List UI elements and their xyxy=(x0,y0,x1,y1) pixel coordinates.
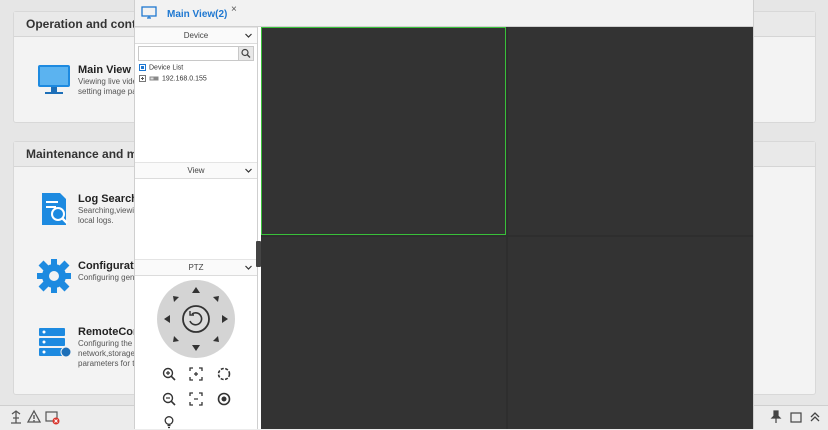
video-window-1[interactable] xyxy=(261,27,506,235)
ptz-up-button xyxy=(192,287,200,293)
gear-icon xyxy=(37,259,71,293)
tab-main-view[interactable]: Main View(2) xyxy=(167,9,227,20)
alarm-icon[interactable] xyxy=(26,409,42,425)
ptz-direction-wheel xyxy=(157,280,235,358)
ptz-auto-button xyxy=(182,305,210,333)
ptz-up-right-button xyxy=(213,296,219,302)
chevron-down-icon xyxy=(245,33,252,38)
main-view-icon xyxy=(38,65,70,94)
remote-config-item[interactable]: RemoteConfig Configuring the network,sto… xyxy=(14,324,153,374)
log-search-title: Log Search xyxy=(78,193,138,205)
search-button[interactable] xyxy=(238,47,253,60)
video-window-3[interactable] xyxy=(261,237,506,429)
device-search xyxy=(138,46,254,61)
ptz-dropdown[interactable]: PTZ xyxy=(135,259,257,276)
light-icon[interactable] xyxy=(162,415,176,429)
main-view-desc: Viewing live vide setting image par xyxy=(78,77,138,96)
remote-config-desc: Configuring the network,storage, paramet… xyxy=(78,339,138,368)
ptz-down-button xyxy=(192,345,200,351)
window-icon[interactable] xyxy=(788,409,804,425)
iris-close-icon[interactable] xyxy=(217,392,231,406)
log-search-icon xyxy=(42,193,68,225)
remote-config-icon xyxy=(39,328,72,358)
main-view-title: Main View xyxy=(78,64,131,76)
configuration-item[interactable]: Configuration Configuring gene xyxy=(14,258,150,308)
ptz-arrows xyxy=(164,287,228,351)
video-window-4[interactable] xyxy=(508,237,753,429)
main-view-item[interactable]: Main View Viewing live vide setting imag… xyxy=(14,62,144,112)
video-window-2[interactable] xyxy=(508,27,753,235)
search-input[interactable] xyxy=(139,48,239,59)
video-grid xyxy=(261,27,753,429)
main-view-window: Main View(2) × Device Device List 192.16… xyxy=(134,0,754,429)
record-error-icon[interactable] xyxy=(44,409,60,425)
search-icon xyxy=(241,48,251,58)
pin-icon[interactable] xyxy=(768,409,784,425)
collapse-up-icon[interactable] xyxy=(807,409,823,425)
log-search-desc: Searching,viewin local logs. xyxy=(78,206,138,225)
ptz-down-left-button xyxy=(173,336,179,342)
ptz-left-button xyxy=(164,315,170,323)
expand-plus-icon[interactable] xyxy=(139,75,146,82)
tab-bar: Main View(2) × xyxy=(135,0,753,27)
monitor-icon xyxy=(141,6,157,19)
network-icon[interactable] xyxy=(8,409,24,425)
view-dropdown[interactable]: View xyxy=(135,162,257,179)
log-search-item[interactable]: Log Search Searching,viewin local logs. xyxy=(14,191,144,241)
ptz-down-right-button xyxy=(213,336,219,342)
focus-near-icon[interactable] xyxy=(189,367,203,381)
zoom-out-icon[interactable] xyxy=(162,392,176,406)
tab-close-button[interactable]: × xyxy=(231,4,237,15)
ptz-up-left-button xyxy=(173,296,179,302)
ptz-right-button xyxy=(222,315,228,323)
tree-device-list[interactable]: Device List xyxy=(139,64,183,74)
device-dropdown[interactable]: Device xyxy=(135,27,257,44)
zoom-in-icon[interactable] xyxy=(162,367,176,381)
tree-device-item[interactable]: 192.168.0.155 xyxy=(139,75,207,85)
chevron-down-icon xyxy=(245,265,252,270)
control-sidebar: Device Device List 192.168.0.155 View PT… xyxy=(135,27,258,429)
configuration-desc: Configuring gene xyxy=(78,273,138,282)
device-list-icon xyxy=(139,64,146,71)
dvr-device-icon xyxy=(149,76,159,81)
chevron-down-icon xyxy=(245,168,252,173)
iris-open-icon[interactable] xyxy=(217,367,231,381)
focus-far-icon[interactable] xyxy=(189,392,203,406)
